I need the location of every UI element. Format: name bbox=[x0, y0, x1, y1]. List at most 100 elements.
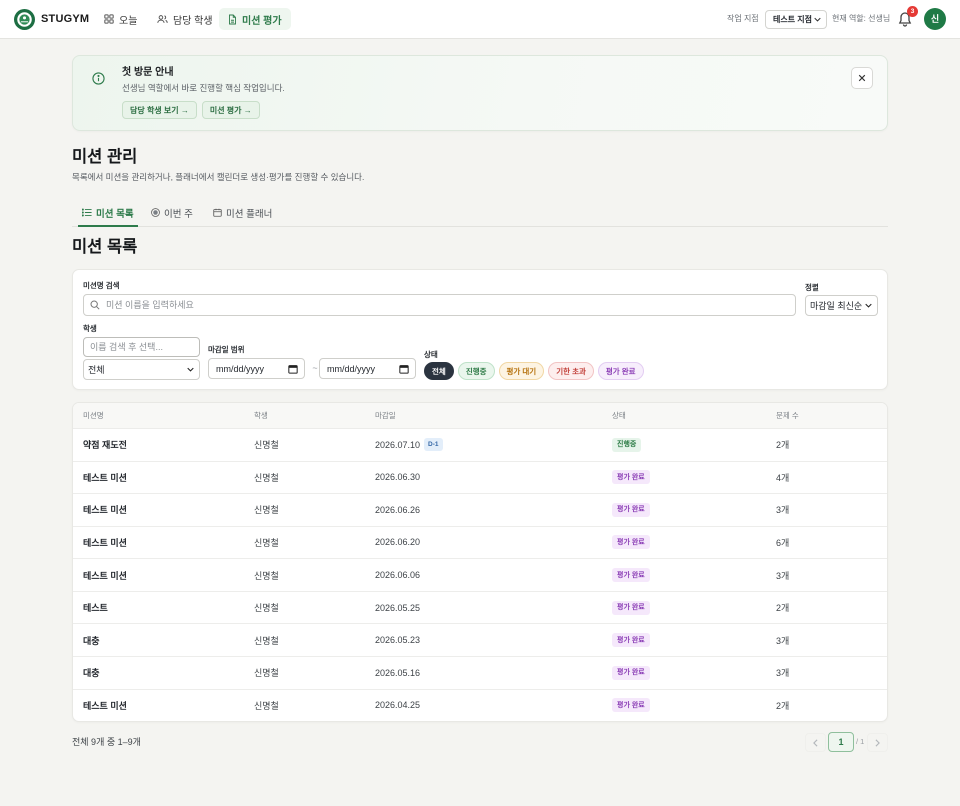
status-badge: 평가 완료 bbox=[612, 665, 650, 680]
mission-name: 테스트 미션 bbox=[83, 472, 127, 483]
status-badge: 진행중 bbox=[612, 437, 642, 452]
due-date: 2026.06.30 bbox=[375, 472, 421, 483]
question-count: 3개 bbox=[776, 635, 790, 646]
mission-name: 테스트 미션 bbox=[83, 570, 127, 581]
nav-item-mission-evaluation[interactable]: 미션 평가 bbox=[219, 8, 291, 30]
grid-icon bbox=[104, 14, 114, 24]
status-chip-pending-review[interactable]: 평가 대기 bbox=[498, 362, 545, 380]
student-name: 신명철 bbox=[254, 440, 279, 451]
status-badge: 평가 완료 bbox=[612, 535, 650, 550]
date-from-placeholder: mm/dd/yyyy bbox=[216, 363, 265, 374]
search-input[interactable] bbox=[83, 294, 796, 316]
target-icon bbox=[151, 208, 160, 217]
tab-mission-planner[interactable]: 미션 플래너 bbox=[209, 199, 276, 226]
student-name: 신명철 bbox=[254, 700, 279, 711]
status-badge: 평가 완료 bbox=[612, 600, 650, 615]
due-date: 2026.07.10 bbox=[375, 439, 421, 450]
calendar-icon bbox=[288, 364, 298, 374]
chevron-down-icon bbox=[814, 17, 821, 22]
status-chip-reviewed[interactable]: 평가 완료 bbox=[597, 362, 644, 380]
d-day-badge: D-1 bbox=[424, 438, 443, 452]
nav-item-students[interactable]: 담당 학생 bbox=[151, 8, 219, 30]
column-header-student: 학생 bbox=[254, 411, 268, 420]
brand-logo[interactable] bbox=[14, 9, 35, 30]
column-header-due-date: 마감일 bbox=[375, 411, 396, 420]
chevron-down-icon bbox=[865, 303, 872, 308]
nav-item-today[interactable]: 오늘 bbox=[98, 8, 143, 30]
due-date: 2026.06.20 bbox=[375, 537, 421, 548]
due-date: 2026.05.23 bbox=[375, 635, 421, 646]
due-date: 2026.05.16 bbox=[375, 667, 421, 678]
student-search-input[interactable] bbox=[83, 337, 200, 357]
current-role: 현재 역할: 선생님 bbox=[832, 14, 891, 23]
branch-select-value: 테스트 지점 bbox=[773, 15, 813, 24]
nav-item-label: 오늘 bbox=[119, 15, 138, 27]
status-chip-in-progress[interactable]: 진행중 bbox=[457, 362, 495, 380]
mission-name: 테스트 미션 bbox=[83, 505, 127, 516]
view-students-button[interactable]: 담당 학생 보기 → bbox=[122, 101, 197, 119]
table-body: 약점 재도전 신명철 2026.07.10 D-1 진행중 2개 테스트 미션 신명철 2026… bbox=[73, 429, 887, 721]
banner-description: 선생님 역할에서 바로 진행할 핵심 작업입니다. bbox=[122, 83, 285, 93]
result-summary: 전체 9개 중 1–9개 bbox=[72, 737, 141, 747]
table-row[interactable]: 테스트 신명철 2026.05.25 평가 완료 2개 bbox=[73, 590, 887, 624]
due-date: 2026.06.06 bbox=[375, 570, 421, 581]
page-number-current[interactable]: 1 bbox=[828, 732, 854, 752]
question-count: 2개 bbox=[776, 700, 790, 711]
due-date: 2026.04.25 bbox=[375, 700, 421, 711]
search-field bbox=[83, 294, 796, 316]
mission-name: 테스트 미션 bbox=[83, 700, 127, 711]
mission-name: 테스트 bbox=[83, 603, 108, 614]
mission-evaluation-button[interactable]: 미션 평가 → bbox=[201, 101, 260, 119]
date-to-input[interactable]: mm/dd/yyyy bbox=[319, 358, 416, 379]
date-from-input[interactable]: mm/dd/yyyy bbox=[208, 358, 305, 379]
status-badge: 평가 완료 bbox=[612, 698, 650, 713]
table-row[interactable]: 테스트 미션 신명철 2026.06.20 평가 완료 6개 bbox=[73, 525, 887, 559]
close-banner-button[interactable] bbox=[851, 67, 873, 89]
column-header-status: 상태 bbox=[612, 411, 626, 420]
close-icon bbox=[858, 74, 866, 82]
student-select[interactable]: 전체 bbox=[83, 359, 200, 380]
tab-label: 미션 목록 bbox=[96, 208, 134, 220]
table-row[interactable]: 테스트 미션 신명철 2026.06.06 평가 완료 3개 bbox=[73, 558, 887, 591]
column-header-mission-name: 미션명 bbox=[83, 411, 104, 420]
status-badge: 평가 완료 bbox=[612, 502, 650, 517]
question-count: 3개 bbox=[776, 505, 790, 516]
question-count: 3개 bbox=[776, 668, 790, 679]
table-row[interactable]: 대충 신명철 2026.05.23 평가 완료 3개 bbox=[73, 623, 887, 656]
student-label: 학생 bbox=[83, 324, 97, 333]
tab-label: 이번 주 bbox=[164, 208, 193, 220]
column-header-question-count: 문제 수 bbox=[776, 411, 799, 420]
table-row[interactable]: 테스트 미션 신명철 2026.06.26 평가 완료 3개 bbox=[73, 493, 887, 526]
brand-name[interactable]: STUGYM bbox=[41, 0, 89, 38]
status-badge: 평가 완료 bbox=[612, 470, 650, 485]
prev-page-button[interactable] bbox=[805, 733, 826, 752]
due-date: 2026.05.25 bbox=[375, 602, 421, 613]
next-page-button[interactable] bbox=[867, 733, 888, 752]
users-icon bbox=[157, 14, 168, 24]
branch-select[interactable]: 테스트 지점 bbox=[765, 10, 827, 29]
student-name: 신명철 bbox=[254, 668, 279, 679]
status-chip-overdue[interactable]: 기한 초과 bbox=[548, 362, 594, 380]
table-row[interactable]: 테스트 미션 신명철 2026.04.25 평가 완료 2개 bbox=[73, 688, 887, 722]
question-count: 4개 bbox=[776, 472, 790, 483]
first-visit-banner: 첫 방문 안내 선생님 역할에서 바로 진행할 핵심 작업입니다. 담당 학생 … bbox=[72, 55, 888, 131]
tab-mission-list[interactable]: 미션 목록 bbox=[78, 199, 138, 227]
avatar[interactable]: 신 bbox=[924, 8, 946, 30]
status-badge: 평가 완료 bbox=[612, 633, 650, 648]
table-row[interactable]: 테스트 미션 신명철 2026.06.30 평가 완료 4개 bbox=[73, 460, 887, 494]
status-label: 상태 bbox=[424, 350, 438, 359]
table-row[interactable]: 대충 신명철 2026.05.16 평가 완료 3개 bbox=[73, 655, 887, 689]
student-name: 신명철 bbox=[254, 603, 279, 614]
mission-table: 미션명 학생 마감일 상태 문제 수 약점 재도전 신명철 2026.07.10 D-… bbox=[72, 402, 888, 722]
nav-item-label: 미션 평가 bbox=[242, 15, 282, 27]
mission-name: 대충 bbox=[83, 668, 100, 679]
status-chip-all[interactable]: 전체 bbox=[424, 362, 454, 380]
sort-select[interactable]: 마감일 최신순 bbox=[805, 295, 878, 316]
nav-item-label: 담당 학생 bbox=[173, 15, 213, 27]
page-total: / 1 bbox=[856, 737, 865, 746]
question-count: 6개 bbox=[776, 537, 790, 548]
banner-title: 첫 방문 안내 bbox=[122, 67, 174, 78]
table-row[interactable]: 약점 재도전 신명철 2026.07.10 D-1 진행중 2개 bbox=[73, 429, 887, 461]
banner-actions: 담당 학생 보기 → 미션 평가 → bbox=[122, 101, 260, 119]
tab-this-week[interactable]: 이번 주 bbox=[147, 199, 197, 226]
